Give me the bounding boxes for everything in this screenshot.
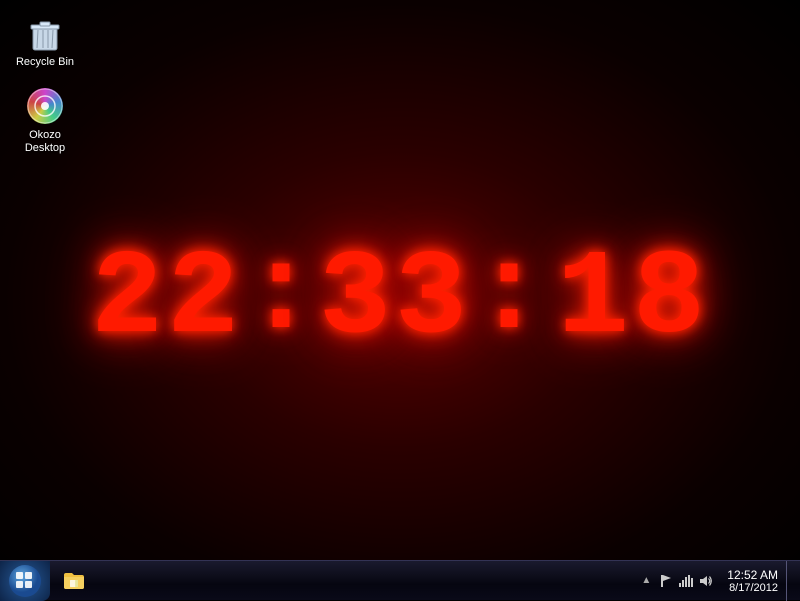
okozo-graphic <box>27 88 63 124</box>
taskbar-pinned <box>50 561 98 601</box>
desktop: Recycle Bin OkozoDesktop 22 : 33 : <box>0 0 800 600</box>
system-tray: ▲ <box>639 561 800 601</box>
show-desktop-button[interactable] <box>786 561 794 601</box>
recycle-bin-image <box>26 14 64 52</box>
start-button[interactable] <box>0 561 50 601</box>
tray-date: 8/17/2012 <box>729 582 778 594</box>
volume-tray-icon[interactable] <box>697 572 715 590</box>
tray-time: 12:52 AM <box>727 568 778 582</box>
desktop-icons: Recycle Bin OkozoDesktop <box>10 10 80 160</box>
clock-minutes: 33 <box>319 240 471 360</box>
flag-tray-icon[interactable] <box>657 572 675 590</box>
clock-seconds: 18 <box>557 240 709 360</box>
clock-colon-1: : <box>243 228 319 364</box>
clock-tray[interactable]: 12:52 AM 8/17/2012 <box>719 561 786 601</box>
taskbar: ▲ <box>0 560 800 600</box>
tray-icons <box>653 572 719 590</box>
clock-display: 22 : 33 : 18 <box>91 228 709 372</box>
recycle-bin-label: Recycle Bin <box>16 56 74 69</box>
clock-hours: 22 <box>91 240 243 360</box>
recycle-bin-icon[interactable]: Recycle Bin <box>10 10 80 73</box>
okozo-desktop-icon[interactable]: OkozoDesktop <box>10 83 80 159</box>
okozo-label: OkozoDesktop <box>25 129 65 155</box>
clock-colon-2: : <box>471 228 547 364</box>
okozo-image <box>26 87 64 125</box>
network-tray-icon[interactable] <box>677 572 695 590</box>
taskbar-explorer-icon[interactable] <box>56 563 92 599</box>
notification-arrow[interactable]: ▲ <box>639 575 653 586</box>
windows-orb-icon <box>8 564 42 598</box>
